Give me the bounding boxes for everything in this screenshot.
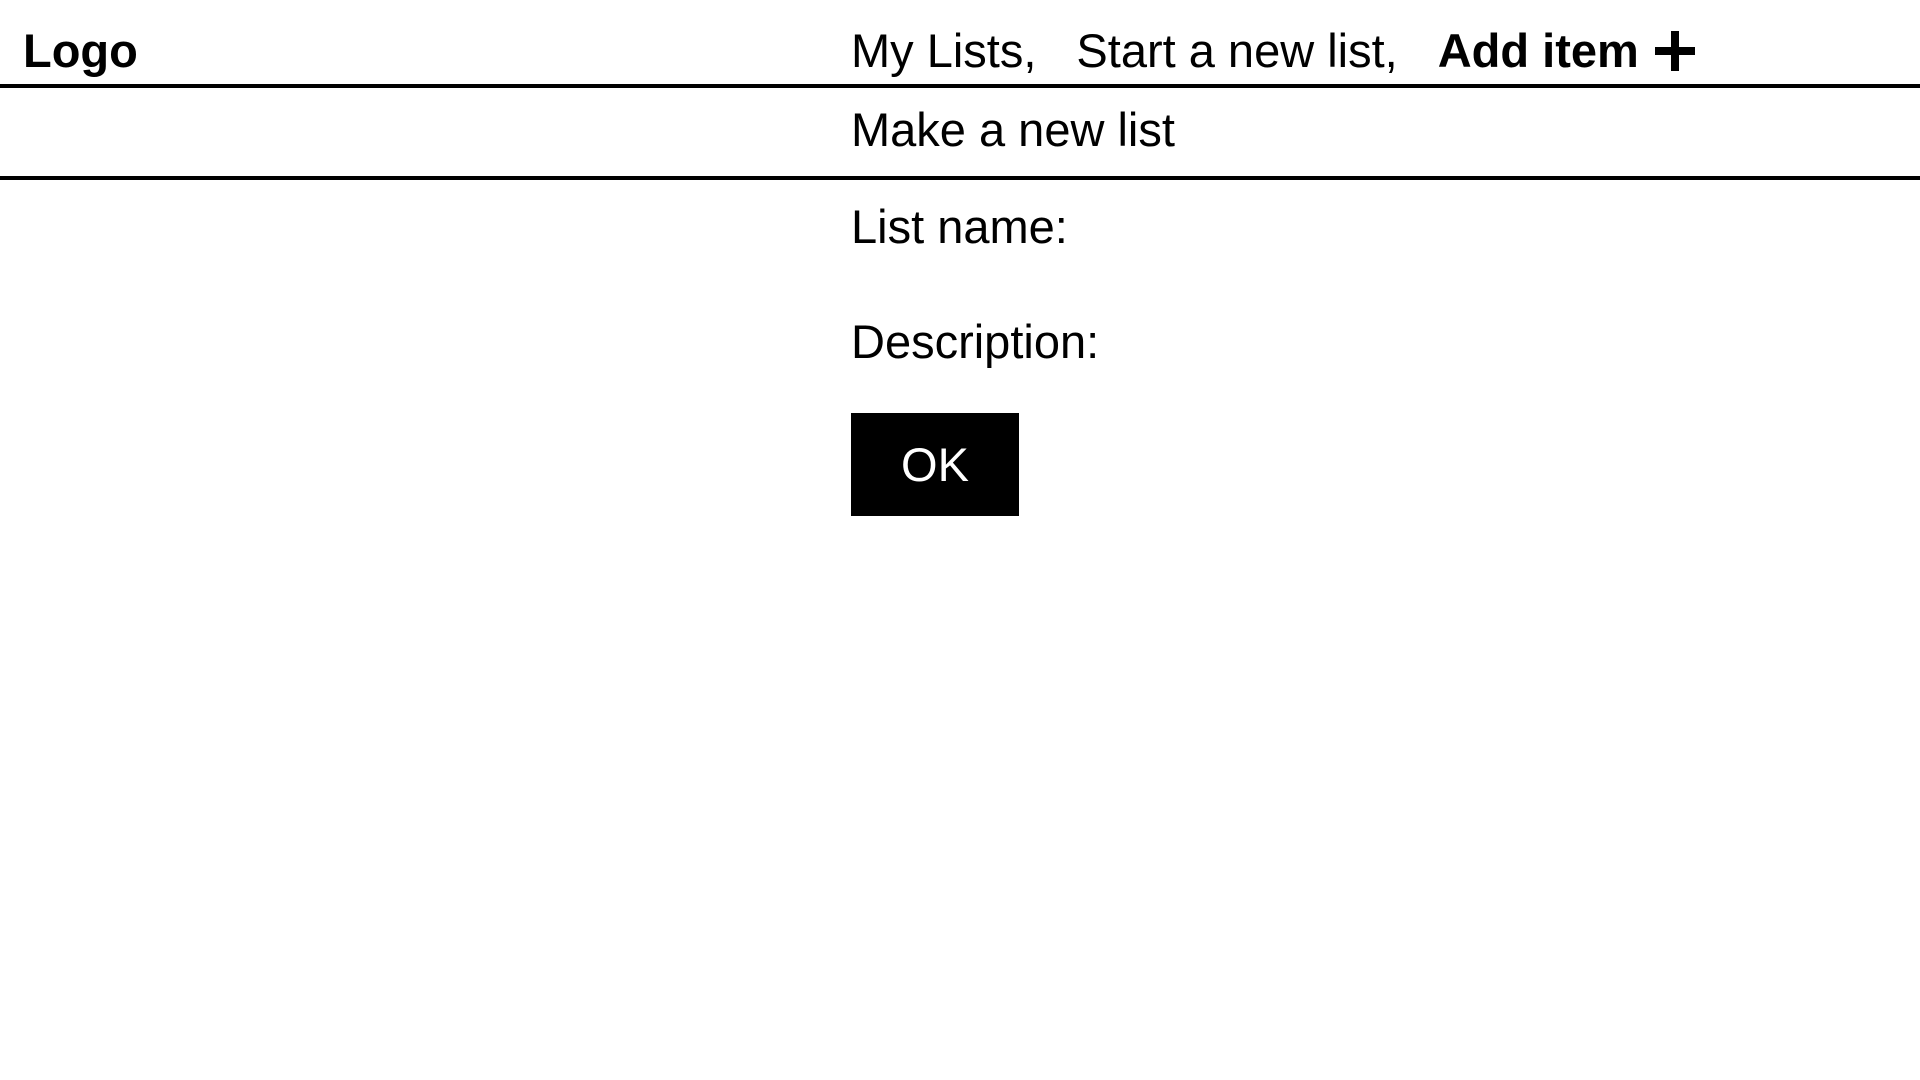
plus-icon [1654, 31, 1695, 71]
header-bar: Logo My Lists, Start a new list, Add ite… [0, 0, 1920, 88]
subheader-bar: Make a new list [0, 88, 1920, 180]
logo[interactable]: Logo [23, 24, 138, 78]
ok-button[interactable]: OK [851, 413, 1019, 516]
nav-start-new-list-link[interactable]: Start a new list, [1076, 24, 1397, 78]
nav-add-item-link[interactable]: Add item [1438, 24, 1695, 78]
page: Logo My Lists, Start a new list, Add ite… [0, 0, 1920, 1080]
description-label: Description: [851, 315, 1100, 368]
nav-my-lists-link[interactable]: My Lists, [851, 24, 1036, 78]
page-title: Make a new list [851, 103, 1175, 156]
nav-add-item-label: Add item [1437, 24, 1639, 77]
main-nav: My Lists, Start a new list, Add item [851, 24, 1695, 78]
list-name-label: List name: [851, 200, 1068, 253]
